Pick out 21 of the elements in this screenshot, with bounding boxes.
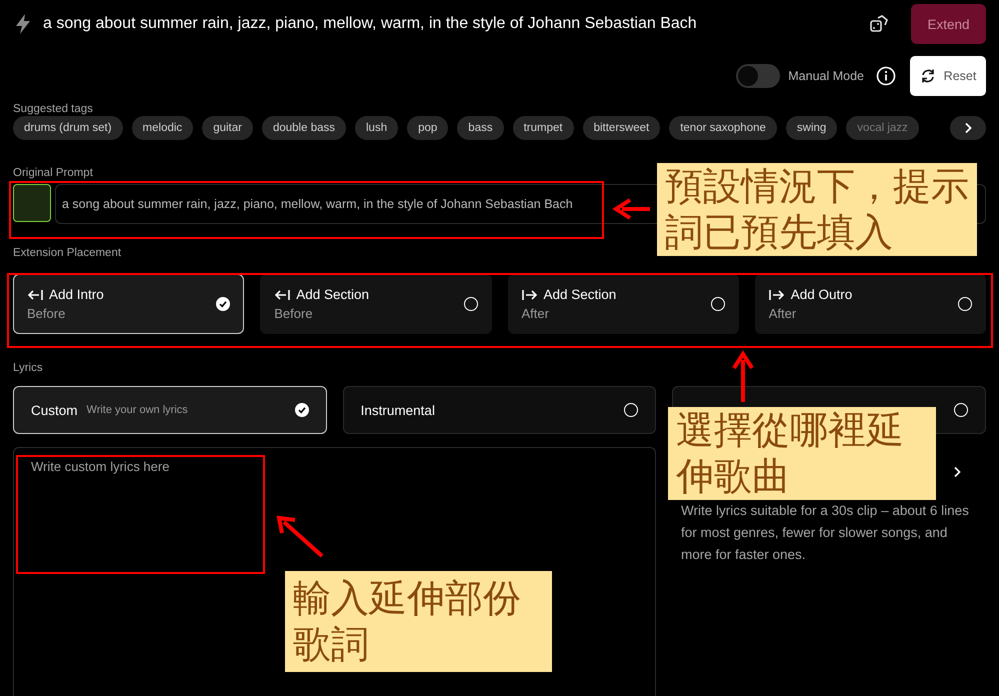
option-subtitle: After — [522, 306, 550, 321]
section-label: Lyrics — [13, 361, 44, 375]
prompt-text: a song about summer rain, jazz, piano, mellow, warm, in the style of Johann Sebastian Bach — [43, 15, 698, 33]
annotation-tooltip: 選擇從哪裡延伸歌曲 — [668, 407, 936, 500]
section-label: Original Prompt — [13, 166, 94, 180]
option-title: Add Intro — [49, 287, 104, 302]
option-title: Add Section — [544, 287, 616, 302]
annotation-tooltip: 預設情況下，提示詞已預先填入 — [657, 163, 977, 256]
section-label: Suggested tags — [13, 102, 93, 116]
option-title: Instrumental — [360, 402, 435, 418]
section-label: Extension Placement — [13, 246, 122, 260]
toggle-label: Manual Mode — [788, 69, 864, 83]
option-subtitle: Before — [27, 306, 66, 321]
option-title: Add Outro — [790, 287, 852, 302]
option-subtitle: Write your own lyrics — [86, 404, 188, 416]
annotation-tooltip: 輸入延伸部份歌詞 — [285, 571, 552, 672]
option-subtitle: Before — [274, 306, 314, 321]
option-title: Add Section — [296, 287, 370, 302]
option-title: Custom — [31, 402, 78, 418]
option-subtitle: After — [768, 306, 798, 321]
hint-text: Write lyrics suitable for a 30s clip – about 6 lines for most genres, fewer for slower songs, and more for faster ones. — [681, 502, 970, 564]
